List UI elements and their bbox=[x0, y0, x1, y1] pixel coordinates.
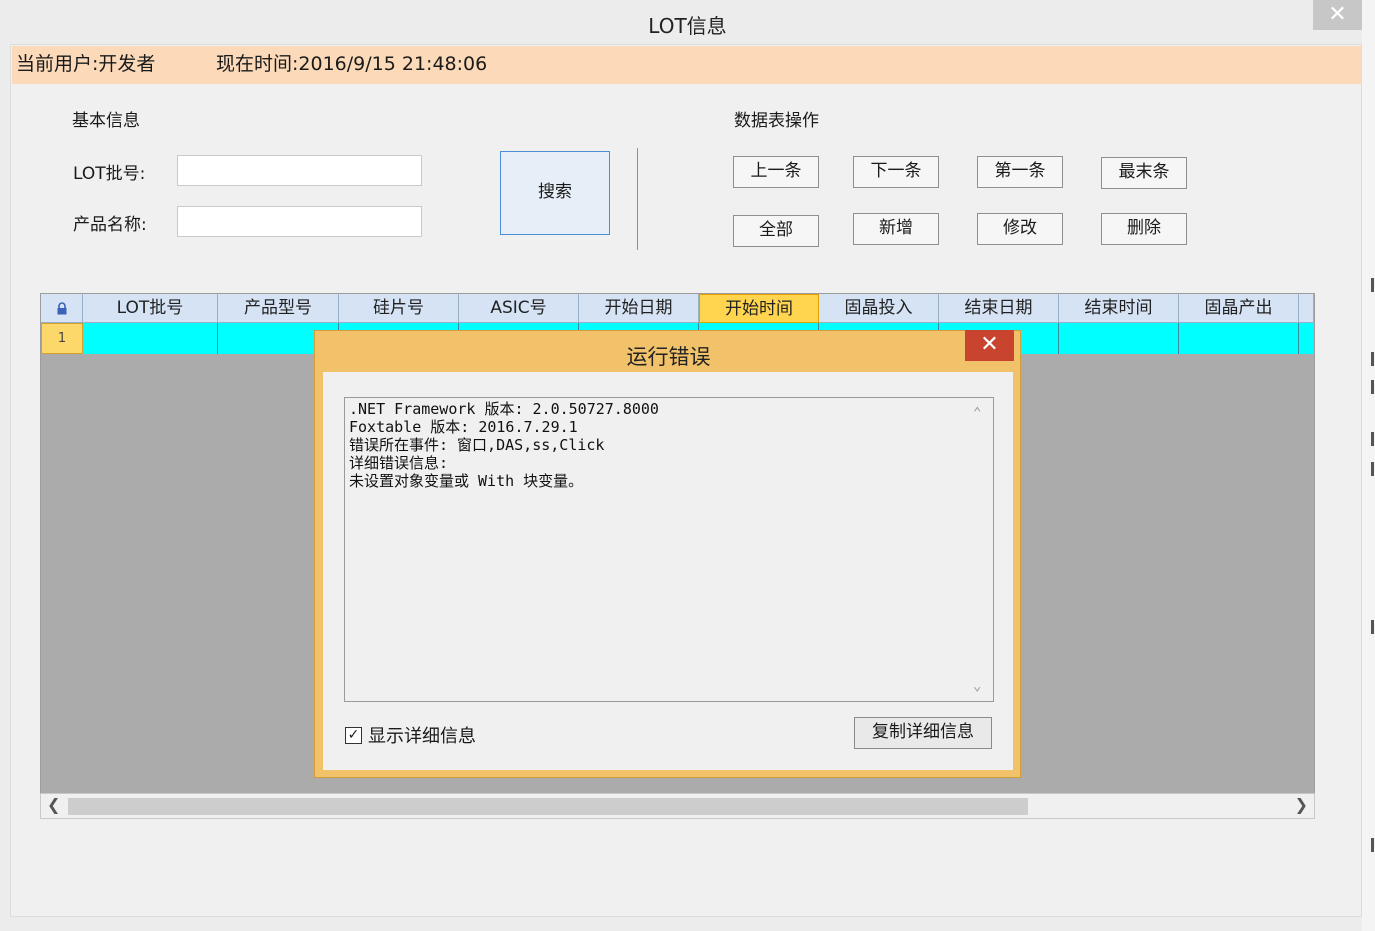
delete-record-button[interactable]: 删除 bbox=[1101, 213, 1187, 245]
lot-number-label: LOT批号: bbox=[73, 164, 146, 184]
previous-record-button[interactable]: 上一条 bbox=[733, 156, 819, 188]
last-record-button[interactable]: 最末条 bbox=[1101, 157, 1187, 189]
dialog-title: 运行错误 bbox=[626, 345, 711, 369]
error-detail-textbox[interactable]: .NET Framework 版本: 2.0.50727.8000 Foxtabl… bbox=[344, 397, 994, 702]
column-header-wafer-number[interactable]: 硅片号 bbox=[339, 294, 459, 323]
row-number[interactable]: 1 bbox=[41, 323, 83, 354]
window-title: LOT信息 bbox=[648, 14, 727, 38]
dialog-body: .NET Framework 版本: 2.0.50727.8000 Foxtabl… bbox=[323, 372, 1013, 770]
window-close-button[interactable]: ✕ bbox=[1313, 0, 1362, 30]
runtime-error-dialog: 运行错误 ✕ .NET Framework 版本: 2.0.50727.8000… bbox=[314, 330, 1021, 778]
search-button[interactable]: 搜索 bbox=[500, 151, 610, 235]
column-header-product-model[interactable]: 产品型号 bbox=[218, 294, 339, 323]
grid-cell[interactable] bbox=[1179, 323, 1299, 354]
title-bar: LOT信息 ✕ bbox=[0, 0, 1375, 44]
checkmark-icon: ✓ bbox=[347, 727, 360, 743]
grid-cell[interactable] bbox=[83, 323, 218, 354]
product-name-input[interactable] bbox=[177, 206, 422, 237]
column-header-start-date[interactable]: 开始日期 bbox=[579, 294, 699, 323]
show-details-checkbox[interactable]: ✓ bbox=[345, 727, 362, 744]
scroll-down-icon[interactable]: ⌄ bbox=[973, 677, 981, 695]
column-header-start-time[interactable]: 开始时间 bbox=[699, 294, 819, 323]
grid-cell[interactable] bbox=[1059, 323, 1179, 354]
detail-line: .NET Framework 版本: 2.0.50727.8000 bbox=[349, 400, 659, 418]
detail-line: 未设置对象变量或 With 块变量。 bbox=[349, 472, 584, 490]
edit-record-button[interactable]: 修改 bbox=[977, 213, 1063, 245]
column-header-overflow bbox=[1299, 294, 1314, 323]
grid-corner-cell[interactable] bbox=[41, 294, 83, 323]
column-header-die-bond-output[interactable]: 固晶产出 bbox=[1179, 294, 1299, 323]
grid-horizontal-scrollbar[interactable]: ❮ ❯ bbox=[40, 793, 1315, 819]
dialog-close-button[interactable]: ✕ bbox=[965, 330, 1014, 361]
background-window-edge bbox=[1362, 0, 1375, 931]
table-ops-heading: 数据表操作 bbox=[734, 111, 819, 131]
detail-line: 错误所在事件: 窗口,DAS,ss,Click bbox=[349, 436, 605, 454]
show-details-label[interactable]: 显示详细信息 bbox=[368, 722, 476, 748]
basic-info-heading: 基本信息 bbox=[72, 111, 140, 131]
add-record-button[interactable]: 新增 bbox=[853, 213, 939, 245]
product-name-label: 产品名称: bbox=[73, 215, 147, 235]
scrollbar-thumb[interactable] bbox=[68, 798, 1028, 815]
scroll-right-icon[interactable]: ❯ bbox=[1295, 795, 1308, 814]
column-header-asic-number[interactable]: ASIC号 bbox=[459, 294, 579, 323]
section-divider bbox=[637, 148, 638, 250]
detail-line: Foxtable 版本: 2016.7.29.1 bbox=[349, 418, 578, 436]
lot-info-window: LOT信息 ✕ 当前用户:开发者 现在时间:2016/9/15 21:48:06… bbox=[0, 0, 1375, 931]
show-all-button[interactable]: 全部 bbox=[733, 215, 819, 247]
lot-number-input[interactable] bbox=[177, 155, 422, 186]
detail-vertical-scrollbar[interactable]: ⌃ ⌄ bbox=[969, 400, 991, 699]
status-bar: 当前用户:开发者 现在时间:2016/9/15 21:48:06 bbox=[12, 46, 1361, 84]
detail-line: 详细错误信息: bbox=[349, 454, 449, 472]
column-header-die-bond-input[interactable]: 固晶投入 bbox=[819, 294, 939, 323]
scroll-up-icon[interactable]: ⌃ bbox=[973, 404, 981, 422]
lock-icon bbox=[56, 300, 68, 320]
first-record-button[interactable]: 第一条 bbox=[977, 156, 1063, 188]
column-header-end-date[interactable]: 结束日期 bbox=[939, 294, 1059, 323]
column-header-lot-number[interactable]: LOT批号 bbox=[83, 294, 218, 323]
next-record-button[interactable]: 下一条 bbox=[853, 156, 939, 188]
column-header-end-time[interactable]: 结束时间 bbox=[1059, 294, 1179, 323]
current-time-label: 现在时间:2016/9/15 21:48:06 bbox=[216, 53, 488, 75]
current-user-label: 当前用户:开发者 bbox=[16, 53, 156, 75]
grid-header: LOT批号 产品型号 硅片号 ASIC号 开始日期 开始时间 固晶投入 结束日期… bbox=[41, 294, 1314, 323]
copy-details-button[interactable]: 复制详细信息 bbox=[854, 717, 992, 749]
scroll-left-icon[interactable]: ❮ bbox=[47, 795, 60, 814]
